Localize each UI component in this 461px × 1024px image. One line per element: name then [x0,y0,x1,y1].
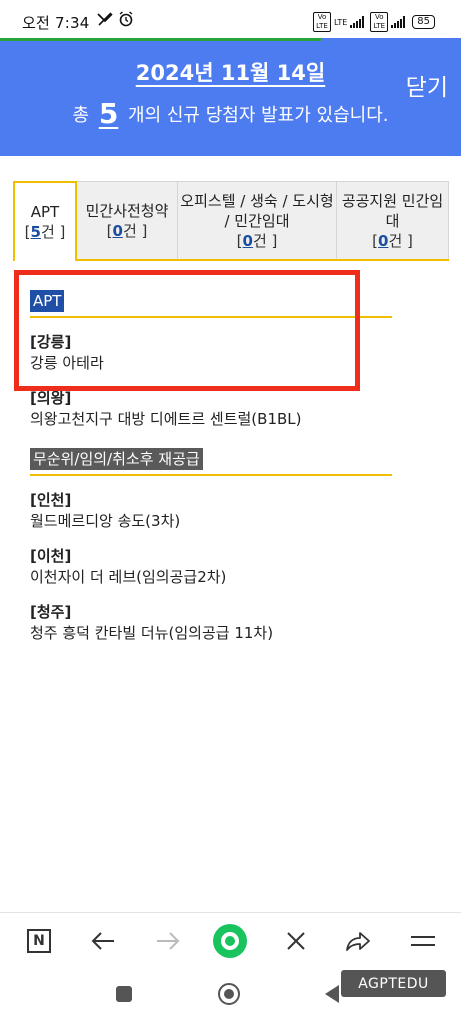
item-name[interactable]: 의왕고천지구 대방 디에트르 센트럴(B1BL) [30,408,392,430]
share-icon[interactable] [343,925,373,957]
home-icon[interactable] [218,983,240,1005]
announcement-header: 2024년 11월 14일 닫기 총 5 개의 신규 당첨자 발표가 있습니다. [0,41,461,156]
list-item[interactable]: [인천] 월드메르디앙 송도(3차) [30,490,392,532]
list-item[interactable]: [의왕] 의왕고천지구 대방 디에트르 센트럴(B1BL) [30,388,392,430]
lte-label: LTE [333,17,348,27]
back-arrow-icon[interactable] [88,925,118,957]
section-divider [30,316,392,318]
item-region: [인천] [30,491,72,509]
tab-private-pre-subscription[interactable]: 민간사전청약 [0건 ] [77,181,178,259]
notice-count: 5 [98,97,119,130]
item-name[interactable]: 청주 흥덕 칸타빌 더뉴(임의공급 11차) [30,622,392,644]
status-icons [96,11,134,28]
list-item[interactable]: [청주] 청주 흥덕 칸타빌 더뉴(임의공급 11차) [30,602,392,644]
status-right: Vo LTE LTE Vo LTE 85 [312,12,435,32]
alarm-icon [120,11,133,27]
recent-apps-icon[interactable] [116,986,132,1002]
notice-prefix: 총 [72,105,90,126]
section-reissue: 무순위/임의/취소후 재공급 [인천] 월드메르디앙 송도(3차) [이천] 이… [30,448,392,644]
tab-count: [5건 ] [24,223,66,241]
status-bar: 오전 7:34 Vo LTE LTE Vo LTE 85 [0,0,461,40]
notice-suffix: 개의 신규 당첨자 발표가 있습니다. [128,105,389,126]
section-label: APT [30,290,65,312]
naver-n-icon[interactable]: N [24,925,54,957]
section-label: 무순위/임의/취소후 재공급 [30,448,203,470]
item-region: [이천] [30,547,72,565]
list-item[interactable]: [이천] 이천자이 더 레브(임의공급2차) [30,546,392,588]
signal-icon-1 [350,16,365,28]
tab-label: 오피스텔 / 생숙 / 도시형 / 민간임대 [180,191,334,230]
watermark-label: AGPTEDU [341,970,446,997]
tab-label: 공공지원 민간임대 [341,191,444,230]
tab-apt[interactable]: APT [5건 ] [13,181,77,261]
tab-count: [0건 ] [372,231,413,250]
battery-icon: 85 [412,15,435,29]
tab-count: [0건 ] [236,231,278,250]
new-winner-notice: 총 5 개의 신규 당첨자 발표가 있습니다. [0,97,461,130]
system-back-icon[interactable] [325,985,339,1003]
browser-toolbar: N [0,912,461,971]
tab-count: [0건 ] [106,221,148,240]
volte-label-2: Vo LTE [370,12,389,32]
item-name[interactable]: 월드메르디앙 송도(3차) [30,510,392,532]
list-item[interactable]: [강릉] 강릉 아테라 [30,332,392,374]
announcement-date: 2024년 11월 14일 [135,61,326,85]
forward-arrow-icon[interactable] [153,925,183,957]
item-region: [강릉] [30,333,72,351]
section-apt: APT [강릉] 강릉 아테라 [의왕] 의왕고천지구 대방 디에트르 센트럴(… [30,290,392,430]
category-tabs: APT [5건 ] 민간사전청약 [0건 ] 오피스텔 / 생숙 / 도시형 /… [13,181,449,261]
item-name[interactable]: 이천자이 더 레브(임의공급2차) [30,566,392,588]
announcement-list: APT [강릉] 강릉 아테라 [의왕] 의왕고천지구 대방 디에트르 센트럴(… [30,290,392,644]
close-x-icon[interactable] [282,925,310,957]
section-divider [30,474,392,476]
item-name[interactable]: 강릉 아테라 [30,352,392,374]
volte-label-1: Vo LTE [312,12,331,32]
tab-public-support-rental[interactable]: 공공지원 민간임대 [0건 ] [337,181,449,259]
tab-label: APT [30,203,60,221]
missed-call-icon [97,12,113,26]
item-region: [청주] [30,603,72,621]
item-region: [의왕] [30,389,72,407]
signal-icon-2 [391,16,406,28]
tab-officetel-urban-rental[interactable]: 오피스텔 / 생숙 / 도시형 / 민간임대 [0건 ] [178,181,337,259]
tab-label: 민간사전청약 [85,201,169,220]
menu-icon[interactable] [408,925,438,957]
status-time: 오전 7:34 [22,14,90,32]
green-home-icon[interactable] [213,924,247,958]
